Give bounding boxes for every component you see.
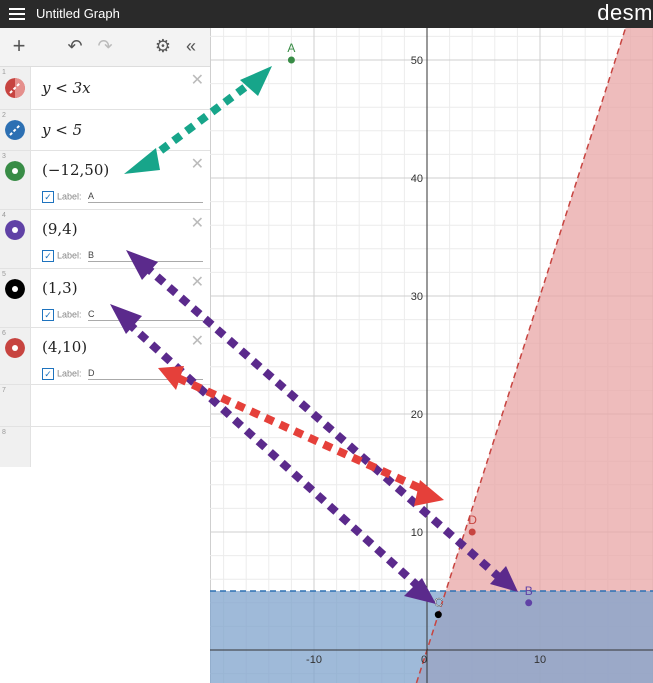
inequality-region-blue <box>210 591 653 683</box>
expression-panel: + ↶ ↷ ⚙ « 1 y < 3x ✕ 2 y < 5 3 (−12,50) … <box>0 28 211 683</box>
close-icon[interactable]: ✕ <box>191 331 204 351</box>
inequality-region-red <box>416 28 653 683</box>
point-a[interactable] <box>287 56 295 64</box>
point-b[interactable] <box>525 599 533 607</box>
y-tick-label: 40 <box>411 173 423 185</box>
brand-logo: desm <box>597 0 653 25</box>
graph-svg[interactable]: 50 40 30 20 10 -10 0 10 A B C D <box>210 28 653 683</box>
menu-icon[interactable] <box>9 6 25 22</box>
close-icon[interactable]: ✕ <box>191 272 204 292</box>
point-color-icon[interactable] <box>5 220 25 240</box>
expression-item[interactable]: 5 (1,3) ✓ Label: C ✕ <box>0 269 210 328</box>
label-input[interactable]: C <box>88 309 203 321</box>
inequality-color-icon[interactable] <box>5 120 25 140</box>
label-input[interactable]: A <box>88 191 203 203</box>
undo-icon[interactable]: ↶ <box>64 35 86 57</box>
y-tick-label: 10 <box>411 527 423 539</box>
expression-item[interactable]: 1 y < 3x ✕ <box>0 67 210 110</box>
point-c[interactable] <box>434 611 442 619</box>
point-color-icon[interactable] <box>5 161 25 181</box>
expression-item[interactable]: 6 (4,10) ✓ Label: D ✕ <box>0 328 210 385</box>
label-row: ✓ Label: A <box>42 191 203 203</box>
expression-latex[interactable]: (1,3) <box>42 279 78 297</box>
x-tick-label: 10 <box>534 654 546 666</box>
close-icon[interactable]: ✕ <box>191 213 204 233</box>
inequality-color-icon[interactable] <box>5 78 25 98</box>
point-d[interactable] <box>468 528 476 536</box>
collapse-panel-icon[interactable]: « <box>180 35 202 57</box>
point-label: A <box>287 41 295 55</box>
add-expression-icon[interactable]: + <box>8 35 30 57</box>
gear-icon[interactable]: ⚙ <box>152 35 174 57</box>
graph-title[interactable]: Untitled Graph <box>36 6 120 21</box>
expression-toolbar: + ↶ ↷ ⚙ « <box>0 28 210 67</box>
redo-icon[interactable]: ↷ <box>94 35 116 57</box>
label-checkbox[interactable]: ✓ <box>42 191 54 203</box>
expression-item[interactable]: 8 <box>0 427 210 467</box>
label-row: ✓ Label: C <box>42 309 203 321</box>
point-label: D <box>468 513 477 527</box>
y-tick-label: 20 <box>411 409 423 421</box>
point-label: C <box>434 596 443 610</box>
label-checkbox[interactable]: ✓ <box>42 309 54 321</box>
expression-item[interactable]: 3 (−12,50) ✓ Label: A ✕ <box>0 151 210 210</box>
expression-latex[interactable]: y < 3x <box>42 79 91 97</box>
point-color-icon[interactable] <box>5 338 25 358</box>
expression-item[interactable]: 4 (9,4) ✓ Label: B ✕ <box>0 210 210 269</box>
close-icon[interactable]: ✕ <box>191 70 204 90</box>
x-tick-label: 0 <box>421 654 427 666</box>
label-input[interactable]: D <box>88 368 203 380</box>
label-checkbox[interactable]: ✓ <box>42 250 54 262</box>
close-icon[interactable]: ✕ <box>191 154 204 174</box>
expression-latex[interactable]: (9,4) <box>42 220 78 238</box>
x-tick-label: -10 <box>306 654 322 666</box>
label-row: ✓ Label: B <box>42 250 203 262</box>
label-input[interactable]: B <box>88 250 203 262</box>
expression-latex[interactable]: (−12,50) <box>42 161 109 179</box>
label-row: ✓ Label: D <box>42 368 203 380</box>
point-color-icon[interactable] <box>5 279 25 299</box>
graph-canvas[interactable]: 50 40 30 20 10 -10 0 10 A B C D <box>210 28 653 683</box>
y-tick-label: 30 <box>411 291 423 303</box>
y-tick-label: 50 <box>411 55 423 67</box>
expression-latex[interactable]: (4,10) <box>42 338 87 356</box>
label-checkbox[interactable]: ✓ <box>42 368 54 380</box>
expression-latex[interactable]: y < 5 <box>42 121 82 139</box>
top-bar: Untitled Graph desm <box>0 0 653 28</box>
expression-item[interactable]: 2 y < 5 <box>0 110 210 151</box>
point-label: B <box>525 584 533 598</box>
expression-item[interactable]: 7 <box>0 385 210 427</box>
